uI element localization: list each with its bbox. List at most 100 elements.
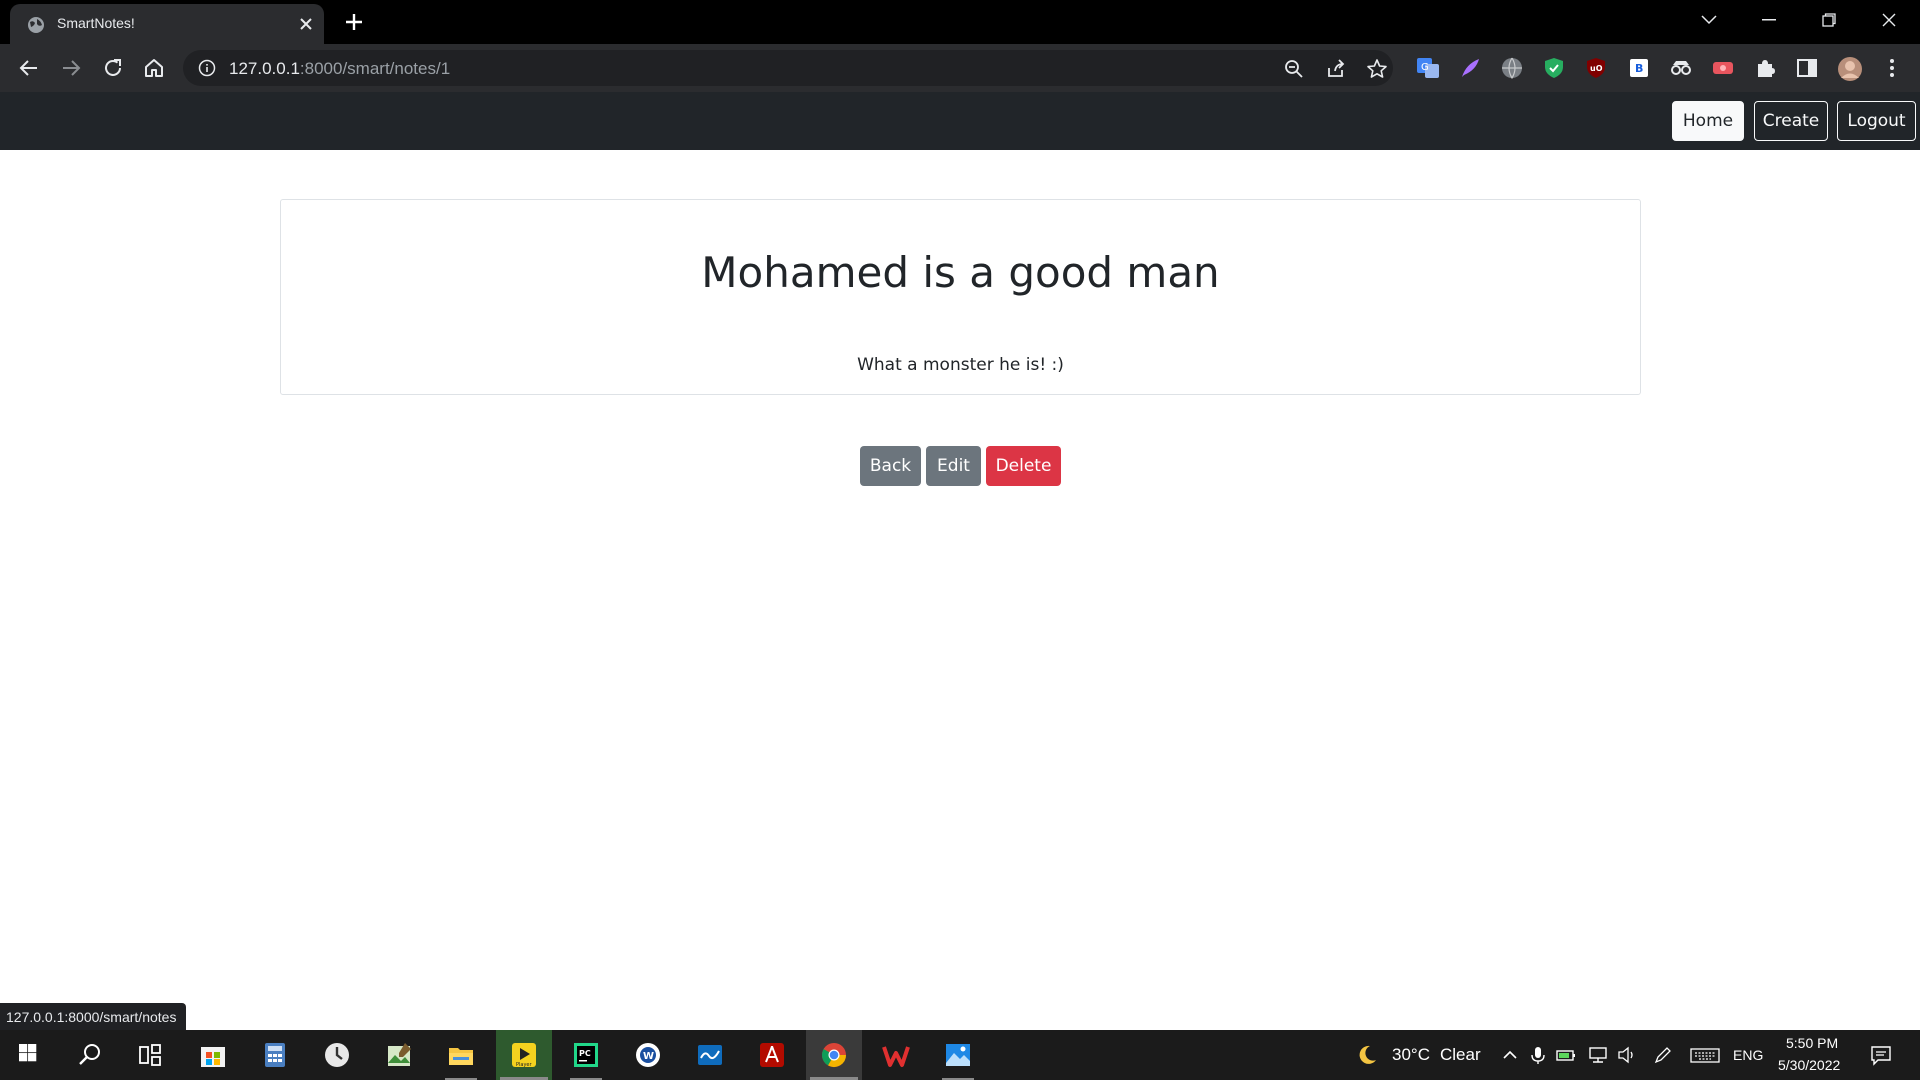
- svg-text:Player: Player: [516, 1062, 533, 1068]
- new-tab-icon[interactable]: [342, 10, 366, 34]
- task-view-button[interactable]: [122, 1030, 178, 1080]
- microphone-icon[interactable]: [1528, 1045, 1548, 1065]
- task-view-icon: [139, 1044, 161, 1066]
- svg-text:W: W: [643, 1051, 654, 1062]
- globe-extension-icon[interactable]: [1500, 56, 1524, 80]
- minimize-button[interactable]: [1741, 4, 1797, 36]
- close-icon: [1882, 13, 1896, 27]
- tab-search-button[interactable]: [1681, 4, 1737, 36]
- tab-title: SmartNotes!: [57, 15, 135, 31]
- feather-extension-icon[interactable]: [1458, 56, 1482, 80]
- whiteboard-icon: [698, 1045, 722, 1065]
- taskbar-store[interactable]: [185, 1030, 241, 1080]
- svg-text:B: B: [1635, 62, 1643, 75]
- pen-icon[interactable]: [1653, 1045, 1673, 1065]
- shield-extension-icon[interactable]: [1542, 56, 1566, 80]
- home-icon[interactable]: [142, 56, 166, 80]
- taskbar-player[interactable]: Player: [496, 1030, 552, 1080]
- close-tab-icon[interactable]: [296, 14, 316, 34]
- note-card: Mohamed is a good man What a monster he …: [280, 199, 1641, 395]
- clock-time[interactable]: 5:50 PM: [1786, 1035, 1838, 1051]
- link-status-bubble: 127.0.0.1:8000/smart/notes: [0, 1003, 187, 1031]
- translate-extension-icon[interactable]: G: [1416, 56, 1440, 80]
- battery-icon[interactable]: [1556, 1045, 1576, 1065]
- vpn-extension-icon[interactable]: [1711, 56, 1735, 80]
- keyboard-icon[interactable]: [1690, 1045, 1720, 1065]
- chrome-icon: [821, 1043, 846, 1068]
- weather-temp[interactable]: 30°C: [1392, 1045, 1430, 1065]
- wps-office-icon: [882, 1046, 910, 1067]
- globe-icon: [28, 17, 44, 33]
- taskbar-chrome[interactable]: [806, 1030, 862, 1080]
- svg-text:PC: PC: [579, 1049, 591, 1058]
- minimize-icon: [1762, 19, 1776, 21]
- word-app-icon: W: [636, 1043, 660, 1067]
- photos-icon: [946, 1044, 970, 1066]
- weather-text[interactable]: Clear: [1440, 1045, 1481, 1065]
- edit-button[interactable]: Edit: [926, 446, 981, 486]
- notification-icon[interactable]: [1870, 1044, 1892, 1066]
- site-info-icon[interactable]: [198, 59, 216, 77]
- folder-icon: [449, 1048, 473, 1065]
- taskbar-clock[interactable]: [309, 1030, 365, 1080]
- bookmark-star-icon[interactable]: [1366, 58, 1388, 80]
- search-icon: [79, 1044, 100, 1065]
- reload-icon[interactable]: [101, 56, 125, 80]
- spy-extension-icon[interactable]: [1669, 56, 1693, 80]
- chevron-down-icon: [1701, 15, 1717, 25]
- taskbar-acrobat[interactable]: [744, 1030, 800, 1080]
- url-text[interactable]: 127.0.0.1:8000/smart/notes/1: [229, 59, 450, 79]
- url-host: 127.0.0.1: [229, 59, 300, 78]
- restore-icon: [1822, 13, 1836, 27]
- ublock-extension-icon[interactable]: uO: [1584, 56, 1608, 80]
- home-button[interactable]: Home: [1672, 101, 1744, 141]
- network-icon[interactable]: [1588, 1045, 1608, 1065]
- taskbar-photos[interactable]: [930, 1030, 986, 1080]
- svg-text:uO: uO: [1590, 64, 1603, 73]
- search-button[interactable]: [62, 1030, 118, 1080]
- taskbar-wps-office[interactable]: [868, 1030, 924, 1080]
- share-icon[interactable]: [1325, 58, 1347, 80]
- address-bar[interactable]: 127.0.0.1:8000/smart/notes/1: [183, 50, 1393, 86]
- zoom-icon[interactable]: [1283, 58, 1305, 80]
- browser-tab[interactable]: SmartNotes!: [10, 4, 324, 44]
- url-path: :8000/smart/notes/1: [299, 59, 451, 78]
- start-button[interactable]: [2, 1030, 58, 1080]
- note-title: Mohamed is a good man: [701, 248, 1220, 297]
- more-menu-icon[interactable]: [1880, 56, 1904, 80]
- restore-button[interactable]: [1801, 4, 1857, 36]
- logout-button[interactable]: Logout: [1837, 101, 1916, 141]
- forward-arrow-icon[interactable]: [59, 56, 83, 80]
- profile-avatar[interactable]: [1837, 56, 1862, 81]
- delete-button[interactable]: Delete: [986, 446, 1061, 486]
- taskbar-calculator[interactable]: [247, 1030, 303, 1080]
- side-panel-icon[interactable]: [1795, 56, 1819, 80]
- browser-toolbar: 127.0.0.1:8000/smart/notes/1 G uO B: [0, 44, 1920, 92]
- image-editor-icon: [388, 1043, 411, 1066]
- taskbar-whiteboard[interactable]: [682, 1030, 738, 1080]
- taskbar-pycharm[interactable]: PC: [558, 1030, 614, 1080]
- create-button[interactable]: Create: [1754, 101, 1828, 141]
- browser-tab-strip: SmartNotes!: [0, 0, 1920, 44]
- clock-icon: [325, 1043, 349, 1067]
- windows-logo-icon: [19, 1044, 37, 1062]
- chevron-up-icon[interactable]: [1500, 1045, 1520, 1065]
- taskbar-image-editor[interactable]: [371, 1030, 427, 1080]
- clock-date[interactable]: 5/30/2022: [1778, 1057, 1840, 1073]
- pdf-icon: [760, 1043, 784, 1067]
- app-navbar: Home Create Logout: [0, 92, 1920, 150]
- puzzle-extensions-icon[interactable]: [1753, 56, 1777, 80]
- language-indicator[interactable]: ENG: [1733, 1047, 1763, 1063]
- moon-weather-icon[interactable]: [1355, 1043, 1379, 1067]
- store-icon: [201, 1047, 225, 1067]
- taskbar-word-app[interactable]: W: [620, 1030, 676, 1080]
- back-button[interactable]: Back: [860, 446, 921, 486]
- note-text: What a monster he is! :): [857, 355, 1064, 375]
- windows-taskbar: Player PC W 30°C Clear ENG 5:50 PM 5/30/…: [0, 1030, 1920, 1080]
- volume-icon[interactable]: [1617, 1045, 1637, 1065]
- bitwarden-extension-icon[interactable]: B: [1627, 56, 1651, 80]
- back-arrow-icon[interactable]: [17, 56, 41, 80]
- taskbar-file-explorer[interactable]: [433, 1030, 489, 1080]
- svg-text:G: G: [1421, 62, 1429, 73]
- close-window-button[interactable]: [1861, 4, 1917, 36]
